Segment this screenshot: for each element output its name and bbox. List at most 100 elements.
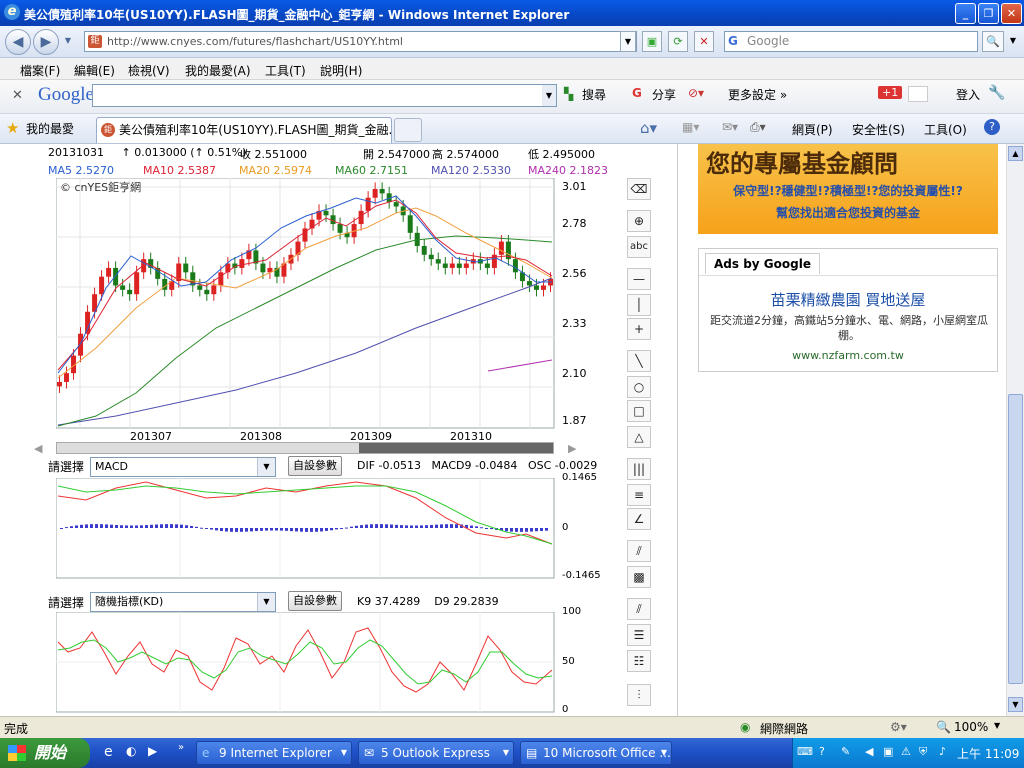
text-tool-icon[interactable]: abc xyxy=(627,236,651,258)
scroll-down-icon[interactable]: ▼ xyxy=(1008,697,1023,712)
range-slider[interactable] xyxy=(56,442,554,454)
range-handle[interactable] xyxy=(359,443,553,453)
stop-icon[interactable]: ✕ xyxy=(694,31,714,52)
start-button[interactable]: 開始 xyxy=(0,738,90,768)
fan-tool-icon[interactable]: ∠ xyxy=(627,508,651,530)
google-logo: Google xyxy=(38,84,94,105)
scroll-thumb[interactable] xyxy=(1008,394,1023,684)
channel-tool-icon[interactable]: ⫽ xyxy=(627,598,651,620)
scroll-right-icon[interactable]: ▶ xyxy=(568,442,576,455)
protected-mode-icon[interactable]: ⚙▾ xyxy=(890,720,907,734)
url-input[interactable]: 鉅 http://www.cnyes.com/futures/flashchar… xyxy=(84,31,637,52)
back-button[interactable]: ◀ xyxy=(5,29,31,55)
macd-param-button[interactable]: 自設參數 xyxy=(288,456,342,476)
crosshair-tool-icon[interactable]: + xyxy=(627,318,651,340)
gann-fan-tool-icon[interactable]: ⫽ xyxy=(627,540,651,562)
search-go-icon[interactable]: 🔍 xyxy=(982,31,1004,52)
toolbar-more-button[interactable]: 更多設定 » xyxy=(728,86,787,103)
trend-line-tool-icon[interactable]: ╲ xyxy=(627,350,651,372)
help-tray-icon[interactable]: ? xyxy=(819,745,825,758)
google-toolbar-input[interactable]: ▼ xyxy=(92,84,557,107)
menu-view[interactable]: 檢視(V) xyxy=(128,62,170,79)
zoom-level[interactable]: 100% xyxy=(954,720,988,734)
vertical-line-tool-icon[interactable]: │ xyxy=(627,294,651,316)
page-menu[interactable]: 網頁(P) xyxy=(792,121,833,138)
ads-by-google-tab[interactable]: Ads by Google xyxy=(705,253,820,274)
compat-view-icon[interactable]: ▣ xyxy=(642,31,662,52)
toolbar-search-button[interactable]: 搜尋 xyxy=(582,86,606,103)
kd-indicator-select[interactable]: 隨機指標(KD) ▼ xyxy=(90,592,276,612)
toolbar-dropdown-icon[interactable]: ▼ xyxy=(542,85,556,106)
ad-url[interactable]: www.nzfarm.com.tw xyxy=(699,349,997,362)
network-icon[interactable]: ▣ xyxy=(883,745,893,758)
macd-chart[interactable] xyxy=(56,478,556,580)
ma5-label: MA5 2.5270 xyxy=(48,164,114,177)
login-link[interactable]: 登入 xyxy=(956,86,980,103)
zoom-dropdown-icon[interactable]: ▼ xyxy=(994,721,1000,730)
mail-icon[interactable]: ✉▾ xyxy=(722,120,738,134)
home-icon[interactable]: ⌂▾ xyxy=(640,119,657,137)
triangle-tool-icon[interactable]: △ xyxy=(627,426,651,448)
restore-button[interactable]: ❐ xyxy=(978,3,999,24)
toolbar-close-icon[interactable]: ✕ xyxy=(12,88,23,103)
translate-icon[interactable]: ⊘▾ xyxy=(688,86,704,100)
safety-menu[interactable]: 安全性(S) xyxy=(852,121,905,138)
quicklaunch-more-icon[interactable]: » xyxy=(178,742,184,753)
price-chart[interactable]: © cnYES鉅亨網 xyxy=(56,178,556,430)
scroll-up-icon[interactable]: ▲ xyxy=(1008,146,1023,161)
close-button[interactable]: ✕ xyxy=(1001,3,1022,24)
horizontal-line-tool-icon[interactable]: — xyxy=(627,268,651,290)
toolbar-share-button[interactable]: 分享 xyxy=(652,86,676,103)
search-input[interactable]: G Google xyxy=(724,31,978,52)
horizontal-lines-tool-icon[interactable]: ≡ xyxy=(627,484,651,506)
quicklaunch-media-icon[interactable]: ◐ xyxy=(126,744,136,758)
quicklaunch-player-icon[interactable]: ▶ xyxy=(148,744,157,758)
favorites-button[interactable]: 我的最愛 xyxy=(26,120,74,137)
print-icon[interactable]: ⎙▾ xyxy=(750,120,766,135)
warning-icon[interactable]: ⚠ xyxy=(901,745,911,758)
kd-param-button[interactable]: 自設參數 xyxy=(288,591,342,611)
macd-indicator-select[interactable]: MACD ▼ xyxy=(90,457,276,477)
help-icon[interactable]: ? xyxy=(984,119,1000,135)
fibo-levels-tool-icon[interactable]: ☷ xyxy=(627,650,651,672)
minimize-button[interactable]: _ xyxy=(955,3,976,24)
quicklaunch-ie-icon[interactable]: e xyxy=(104,744,113,760)
menu-edit[interactable]: 編輯(E) xyxy=(74,62,115,79)
taskbar-office-button[interactable]: ▤ 10 Microsoft Office ... ▼ xyxy=(520,741,672,765)
fund-banner-ad[interactable]: 您的專屬基金顧問 保守型!?穩健型!?積極型!?您的投資屬性!? 幫您找出適合您… xyxy=(698,144,998,234)
shield-icon[interactable]: ⛨ xyxy=(919,745,927,759)
fibonacci-tool-icon[interactable]: ☰ xyxy=(627,624,651,646)
taskbar-ie-button[interactable]: e 9 Internet Explorer ▼ xyxy=(196,741,352,765)
menu-favorites[interactable]: 我的最愛(A) xyxy=(185,62,251,79)
url-dropdown-icon[interactable]: ▼ xyxy=(620,31,636,52)
tray-expand-icon[interactable]: ◀ xyxy=(865,745,873,758)
zoom-in-tool-icon[interactable]: ⊕ xyxy=(627,210,651,232)
ad-title[interactable]: 苗栗精緻農園 買地送屋 xyxy=(699,289,997,310)
vertical-scrollbar[interactable]: ▲ ▼ xyxy=(1006,144,1024,716)
new-tab-button[interactable] xyxy=(394,118,422,142)
tab-active[interactable]: 鉅 美公債殖利率10年(US10YY).FLASH圖_期貨_金融... xyxy=(96,117,392,143)
taskbar-outlook-button[interactable]: ✉ 5 Outlook Express ▼ xyxy=(358,741,514,765)
ime-icon[interactable]: ✎ xyxy=(841,745,850,758)
forward-button[interactable]: ▶ xyxy=(33,29,59,55)
menu-help[interactable]: 說明(H) xyxy=(320,62,362,79)
menu-tools[interactable]: 工具(T) xyxy=(265,62,306,79)
menu-file[interactable]: 檔案(F) xyxy=(20,62,60,79)
gplus-button[interactable]: +1 xyxy=(878,86,903,99)
keyboard-icon[interactable]: ⌨ xyxy=(797,745,813,758)
kd-chart[interactable] xyxy=(56,612,556,714)
volume-icon[interactable]: ♪ xyxy=(939,745,946,758)
wrench-icon[interactable]: 🔧 xyxy=(988,85,1005,101)
eraser-tool-icon[interactable]: ⌫ xyxy=(627,178,651,200)
refresh-icon[interactable]: ⟳ xyxy=(668,31,688,52)
grid-tool-icon[interactable]: ▩ xyxy=(627,566,651,588)
ellipse-tool-icon[interactable]: ○ xyxy=(627,376,651,398)
feeds-icon[interactable]: ▦▾ xyxy=(682,120,699,134)
history-dropdown-icon[interactable]: ▼ xyxy=(61,29,75,55)
vertical-lines-tool-icon[interactable]: ||| xyxy=(627,458,651,480)
cycle-tool-icon[interactable]: ⫶ xyxy=(627,684,651,706)
scroll-left-icon[interactable]: ◀ xyxy=(34,442,42,455)
rectangle-tool-icon[interactable]: □ xyxy=(627,400,651,422)
search-options-icon[interactable]: ▼ xyxy=(1006,31,1020,52)
tools-menu[interactable]: 工具(O) xyxy=(924,121,967,138)
